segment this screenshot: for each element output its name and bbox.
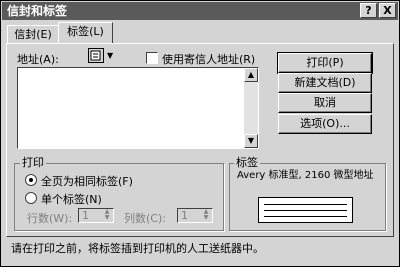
cancel-button-label: 取消: [314, 96, 336, 109]
single-label-label: 单个标签(N): [41, 193, 102, 206]
address-label: 地址(A):: [17, 53, 59, 66]
new-document-button[interactable]: 新建文档(D): [278, 73, 372, 93]
preview-line: [264, 210, 347, 211]
tab-envelopes[interactable]: 信封(E): [7, 25, 59, 43]
col-spinner-arrows-icon[interactable]: ▲ ▼: [200, 209, 212, 222]
options-button[interactable]: 选项(O)...: [278, 114, 372, 134]
full-page-radio[interactable]: [25, 174, 37, 186]
options-button-label: 选项(O)...: [300, 117, 350, 130]
label-description: Avery 标准型, 2160 微型地址: [237, 170, 374, 181]
tab-labels-label: 标签(L): [67, 25, 104, 38]
close-button[interactable]: X: [379, 3, 396, 18]
address-scrollbar[interactable]: ▲ ▼: [244, 68, 258, 148]
row-spinner[interactable]: 1 ▲ ▼: [78, 208, 114, 223]
print-button-label: 打印(P): [306, 56, 344, 69]
single-label-radio[interactable]: [25, 192, 37, 204]
print-button[interactable]: 打印(P): [277, 52, 373, 74]
envelopes-and-labels-dialog: 信封和标签 ? X 信封(E) 标签(L) 地址(A): ▼ 使用寄信人地址(R…: [0, 0, 400, 267]
row-spinner-arrows-icon[interactable]: ▲ ▼: [101, 209, 113, 222]
status-text: 请在打印之前，将标签插到打印机的人工送纸器中。: [11, 242, 264, 255]
dialog-title: 信封和标签: [7, 4, 68, 18]
tab-labels[interactable]: 标签(L): [58, 22, 113, 43]
scroll-down-icon[interactable]: ▼: [244, 134, 258, 148]
label-group-label: 标签: [234, 156, 260, 169]
row-label: 行数(W):: [27, 212, 73, 225]
col-value: 1: [181, 209, 188, 222]
address-textarea[interactable]: ▲ ▼: [17, 67, 259, 149]
address-book-icon: [90, 50, 101, 61]
new-document-button-label: 新建文档(D): [294, 76, 356, 89]
tab-envelopes-label: 信封(E): [14, 28, 52, 41]
label-preview[interactable]: [258, 197, 353, 223]
use-return-address-checkbox[interactable]: [146, 52, 158, 64]
address-book-dropdown-icon[interactable]: ▼: [107, 51, 113, 60]
scroll-up-icon[interactable]: ▲: [244, 68, 258, 82]
preview-line: [264, 216, 347, 217]
radio-selected-icon: [29, 178, 33, 182]
print-group-label: 打印: [20, 156, 46, 169]
address-book-button[interactable]: [88, 48, 104, 63]
use-return-address-label: 使用寄信人地址(R): [162, 53, 256, 66]
row-value: 1: [82, 209, 89, 222]
close-icon: X: [383, 4, 392, 17]
help-button[interactable]: ?: [360, 3, 377, 18]
col-label: 列数(C):: [124, 212, 166, 225]
full-page-label: 全页为相同标签(F): [41, 175, 133, 188]
cancel-button[interactable]: 取消: [278, 93, 372, 113]
preview-line: [264, 204, 347, 205]
title-bar: 信封和标签: [2, 2, 398, 20]
col-spinner[interactable]: 1 ▲ ▼: [177, 208, 213, 223]
help-icon: ?: [365, 4, 372, 17]
